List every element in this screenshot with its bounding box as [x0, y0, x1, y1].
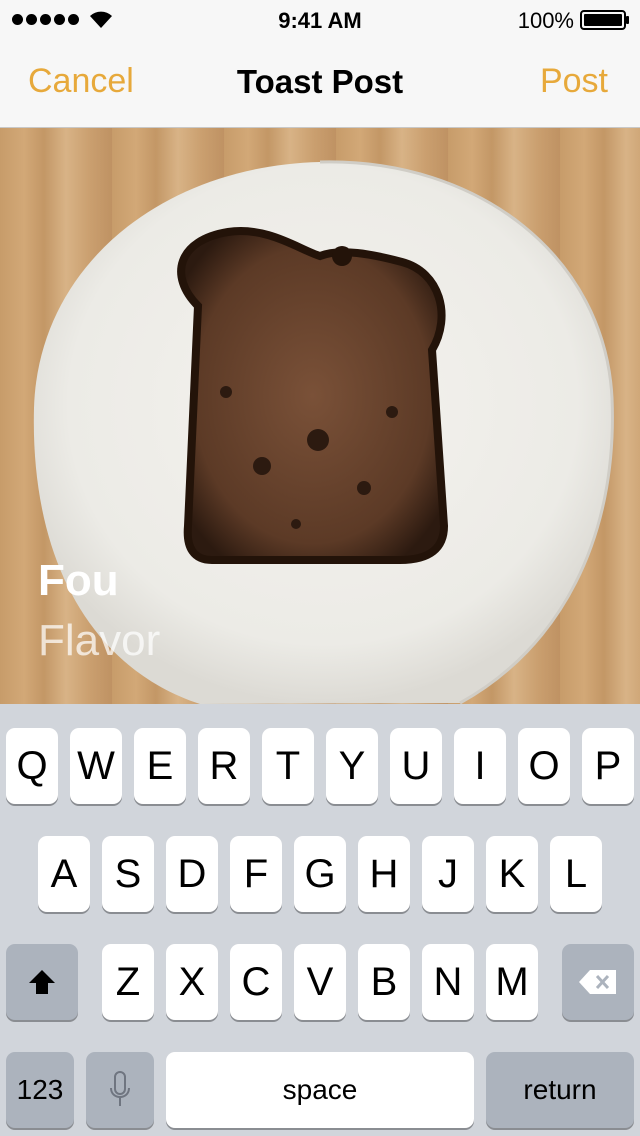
key-y[interactable]: Y	[326, 728, 378, 804]
key-e[interactable]: E	[134, 728, 186, 804]
key-l[interactable]: L	[550, 836, 602, 912]
key-o[interactable]: O	[518, 728, 570, 804]
key-h[interactable]: H	[358, 836, 410, 912]
key-j[interactable]: J	[422, 836, 474, 912]
space-key[interactable]: space	[166, 1052, 474, 1128]
key-s[interactable]: S	[102, 836, 154, 912]
key-m[interactable]: M	[486, 944, 538, 1020]
toast-photo: Fou Flavor	[0, 128, 640, 704]
battery-percentage: 100%	[517, 8, 574, 33]
key-v[interactable]: V	[294, 944, 346, 1020]
return-key[interactable]: return	[486, 1052, 634, 1128]
key-w[interactable]: W	[70, 728, 122, 804]
key-x[interactable]: X	[166, 944, 218, 1020]
numbers-key[interactable]: 123	[6, 1052, 74, 1128]
shift-icon	[29, 970, 55, 994]
key-k[interactable]: K	[486, 836, 538, 912]
delete-key[interactable]	[562, 944, 634, 1020]
navigation-bar: Cancel Toast Post Post	[0, 40, 640, 128]
backspace-icon	[579, 970, 616, 994]
key-q[interactable]: Q	[6, 728, 58, 804]
battery-icon	[580, 10, 629, 30]
key-d[interactable]: D	[166, 836, 218, 912]
key-p[interactable]: P	[582, 728, 634, 804]
key-c[interactable]: C	[230, 944, 282, 1020]
status-bar: 9:41 AM 100%	[0, 0, 640, 40]
microphone-icon	[110, 1071, 130, 1106]
key-n[interactable]: N	[422, 944, 474, 1020]
key-f[interactable]: F	[230, 836, 282, 912]
key-i[interactable]: I	[454, 728, 506, 804]
keyboard: QWERTYUIOP ASDFGHJKL ZXCVBNM 123 space r…	[0, 704, 640, 1136]
key-u[interactable]: U	[390, 728, 442, 804]
toast-name[interactable]: Fou	[38, 556, 119, 606]
key-g[interactable]: G	[294, 836, 346, 912]
dictation-key[interactable]	[86, 1052, 154, 1128]
key-b[interactable]: B	[358, 944, 410, 1020]
key-t[interactable]: T	[262, 728, 314, 804]
shift-key[interactable]	[6, 944, 78, 1020]
key-a[interactable]: A	[38, 836, 90, 912]
key-r[interactable]: R	[198, 728, 250, 804]
post-button[interactable]: Post	[540, 62, 608, 101]
key-z[interactable]: Z	[102, 944, 154, 1020]
flavor-field[interactable]: Flavor	[38, 616, 160, 666]
